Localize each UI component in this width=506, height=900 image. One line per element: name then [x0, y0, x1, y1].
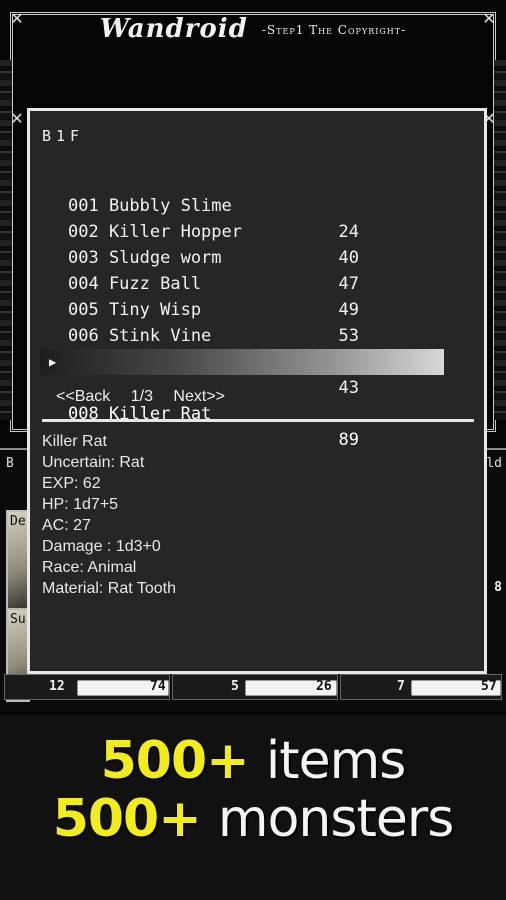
party-label-left: B — [6, 456, 14, 471]
detail-hp: HP: 1d7+5 — [42, 496, 119, 513]
promo-line-monsters: 500+ monsters — [0, 789, 506, 849]
detail-ac: AC: 27 — [42, 517, 91, 534]
corner-ornament-icon: ✕ — [10, 109, 24, 128]
hp-max: 74 — [150, 679, 166, 694]
hp-current: 7 — [397, 679, 405, 694]
floor-title: B1F — [42, 127, 85, 145]
monster-count: 89 — [338, 430, 359, 450]
monster-row[interactable]: 003 Sludge worm 47 — [40, 219, 444, 294]
detail-material: Material: Rat Tooth — [42, 580, 176, 597]
monster-row[interactable]: 005 Tiny Wisp 53 — [40, 271, 444, 346]
detail-race: Race: Animal — [42, 559, 137, 576]
promo-word: items — [265, 731, 407, 791]
divider — [42, 419, 474, 422]
logo-subtitle: -Step1 The Copyright- — [261, 23, 407, 37]
logo-title: Wandroid — [99, 14, 248, 44]
promo-word: monsters — [217, 789, 454, 849]
detail-uncertain: Uncertain: Rat — [42, 454, 145, 471]
monster-row[interactable]: 001 Bubbly Slime 24 — [40, 167, 444, 242]
party-label-right: ld — [486, 456, 502, 471]
monster-list-dialog: B1F 001 Bubbly Slime 24 002 Killer Hoppe… — [27, 108, 487, 674]
detail-name: Killer Rat — [42, 433, 107, 450]
promo-number: 500+ — [52, 789, 202, 849]
hp-max: 57 — [481, 679, 497, 694]
party-member-status[interactable]: 5 26 — [172, 674, 338, 700]
side-value: 8 — [494, 580, 502, 595]
monster-row[interactable]: 002 Killer Hopper 40 — [40, 193, 444, 268]
hp-max: 26 — [316, 679, 332, 694]
monster-list: 001 Bubbly Slime 24 002 Killer Hopper 40… — [40, 167, 444, 450]
hp-current: 5 — [231, 679, 239, 694]
selection-cursor-icon: ▶ — [49, 355, 57, 369]
promo-banner: 500+ items 500+ monsters — [0, 715, 506, 900]
monster-row[interactable]: 006 Stink Vine 253 — [40, 297, 444, 372]
party-member-status[interactable]: 12 74 — [4, 674, 170, 700]
monster-detail-panel: Killer Rat Uncertain: Rat EXP: 62 HP: 1d… — [42, 431, 176, 599]
game-logo: Wandroid -Step1 The Copyright- — [0, 14, 506, 44]
promo-number: 500+ — [100, 731, 250, 791]
monster-row[interactable]: 007 Flying Seeds 43 — [40, 323, 444, 398]
monster-count: 43 — [338, 378, 359, 398]
pager: <<Back 1/3 Next>> — [56, 388, 239, 406]
monster-row-selected[interactable]: ▶ 008 Killer Rat 89 — [40, 349, 444, 450]
promo-line-items: 500+ items — [0, 731, 506, 791]
monster-row[interactable]: 004 Fuzz Ball 49 — [40, 245, 444, 320]
back-button[interactable]: <<Back — [56, 388, 110, 405]
portrait-label: De — [10, 514, 26, 529]
hp-current: 12 — [49, 679, 65, 694]
detail-damage: Damage : 1d3+0 — [42, 538, 161, 555]
detail-exp: EXP: 62 — [42, 475, 101, 492]
party-member-status[interactable]: 7 57 — [340, 674, 502, 700]
page-indicator: 1/3 — [130, 388, 153, 405]
next-button[interactable]: Next>> — [173, 388, 225, 405]
portrait-label: Su — [10, 612, 26, 627]
